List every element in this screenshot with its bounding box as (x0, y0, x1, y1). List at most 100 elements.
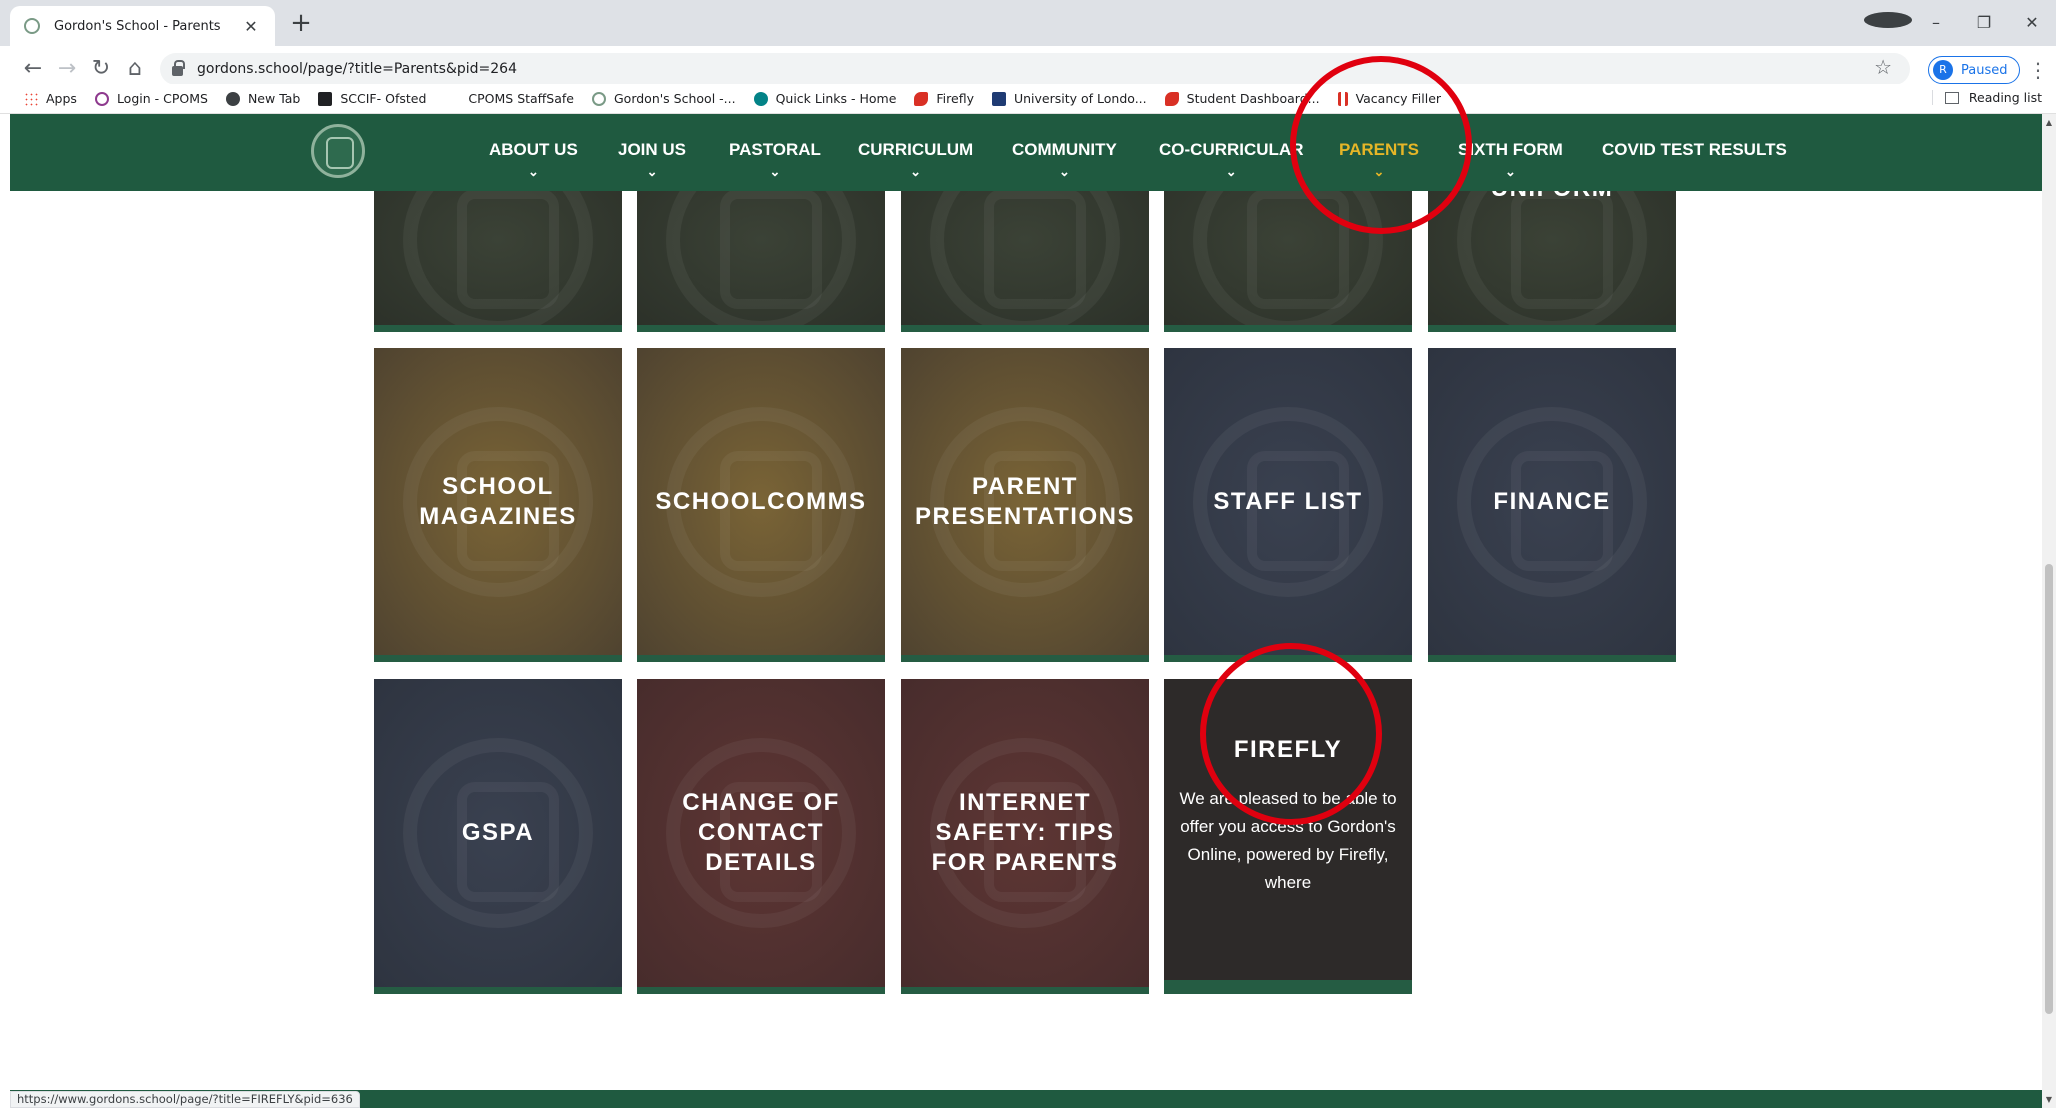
new-tab-button[interactable]: + (286, 9, 316, 39)
bookmark-quick-links[interactable]: Quick Links - Home (753, 91, 897, 106)
bookmark-label: New Tab (247, 91, 301, 106)
nav-label: SIXTH FORM (1458, 140, 1563, 159)
bookmark-label: Quick Links - Home (775, 91, 897, 106)
profile-menu-icon[interactable] (1864, 12, 1912, 32)
browser-tab[interactable]: Gordon's School - Parents ✕ (10, 6, 275, 46)
bookmarks-bar: Apps Login - CPOMS New Tab SCCIF- Ofsted… (0, 84, 2056, 114)
bookmark-cpoms-staffsafe[interactable]: CPOMS StaffSafe (468, 91, 574, 106)
firefly-icon (1164, 91, 1179, 106)
nav-sixth-form[interactable]: SIXTH FORM ⌄ (1458, 140, 1563, 178)
bookmark-label: Firefly (936, 91, 974, 106)
home-icon[interactable]: ⌂ (120, 54, 150, 84)
close-window-button[interactable]: ✕ (2008, 13, 2056, 32)
school-logo[interactable] (311, 124, 365, 178)
bookmark-label: SCCIF- Ofsted (340, 91, 427, 106)
apps-grid-icon (24, 91, 38, 106)
tile-change-of-contact-details[interactable]: CHANGE OF CONTACT DETAILS (637, 679, 885, 994)
bookmark-gordons-school[interactable]: Gordon's School -... (591, 91, 736, 106)
school-crest-icon (24, 18, 40, 34)
nav-label: ABOUT US (489, 140, 578, 159)
nav-label: CURRICULUM (858, 140, 974, 159)
scroll-up-arrow-icon[interactable]: ▲ (2042, 118, 2056, 127)
nav-label: COMMUNITY (1012, 140, 1117, 159)
bookmark-vacancy-filler[interactable]: Vacancy Filler (1337, 91, 1442, 106)
bookmark-new-tab[interactable]: New Tab (225, 91, 301, 106)
tile-title: FINANCE (1493, 487, 1611, 515)
chevron-down-icon: ⌄ (646, 164, 658, 179)
vacancy-icon (1337, 91, 1348, 106)
nav-covid-test-results[interactable]: COVID TEST RESULTS (1602, 140, 1787, 160)
tile-title: CHANGE OF CONTACT DETAILS (682, 789, 840, 876)
nav-label: PASTORAL (729, 140, 821, 159)
tab-close-icon[interactable]: ✕ (241, 17, 261, 36)
tile-finance[interactable]: FINANCE (1428, 348, 1676, 662)
school-crest-icon (591, 91, 606, 106)
chevron-down-icon: ⌄ (1058, 164, 1070, 179)
browser-tabstrip: Gordon's School - Parents ✕ + – ❐ ✕ (0, 0, 2056, 46)
nav-parents[interactable]: PARENTS ⌄ (1339, 140, 1419, 178)
scrollbar-thumb[interactable] (2045, 564, 2053, 1014)
scroll-down-arrow-icon[interactable]: ▼ (2042, 1095, 2056, 1104)
page-scrollbar[interactable]: ▲ ▼ (2042, 114, 2056, 1108)
tab-title: Gordon's School - Parents (54, 18, 221, 34)
tile-title: FIREFLY (1233, 736, 1343, 763)
nav-label: PARENTS (1339, 140, 1419, 159)
bookmark-label: Apps (46, 91, 77, 106)
tile-schoolcomms[interactable]: SCHOOLCOMMS (637, 348, 885, 662)
bookmark-label: Login - CPOMS (116, 91, 208, 106)
chevron-down-icon: ⌄ (527, 164, 539, 179)
chevron-down-icon: ⌄ (1225, 164, 1237, 179)
bookmark-label: University of Londo... (1013, 91, 1147, 106)
bookmark-label: CPOMS StaffSafe (468, 91, 574, 106)
bookmark-ofsted[interactable]: SCCIF- Ofsted (318, 91, 426, 106)
browser-menu-icon[interactable]: ⋮ (2028, 58, 2048, 82)
firefly-icon (914, 91, 929, 106)
tile-title: STAFF LIST (1213, 487, 1363, 515)
reload-icon[interactable]: ↻ (86, 54, 116, 84)
tile-gspa[interactable]: GSPA (374, 679, 622, 994)
chevron-down-icon: ⌄ (910, 164, 922, 179)
nav-join-us[interactable]: JOIN US ⌄ (618, 140, 686, 178)
bookmark-label: Vacancy Filler (1355, 91, 1442, 106)
nav-community[interactable]: COMMUNITY ⌄ (1012, 140, 1117, 178)
nav-about-us[interactable]: ABOUT US ⌄ (489, 140, 578, 178)
tile-internet-safety[interactable]: INTERNET SAFETY: TIPS FOR PARENTS (901, 679, 1149, 994)
nav-label: COVID TEST RESULTS (1602, 140, 1787, 159)
bookmark-apps[interactable]: Apps (24, 91, 77, 106)
window-controls: – ❐ ✕ (1864, 0, 2056, 44)
restore-button[interactable]: ❐ (1960, 13, 2008, 32)
globe-icon (225, 91, 240, 106)
link-status-bar: https://www.gordons.school/page/?title=F… (10, 1091, 360, 1108)
bookmark-cpoms-login[interactable]: Login - CPOMS (94, 91, 208, 106)
reading-list-button[interactable]: Reading list (1931, 90, 2042, 105)
avatar: R (1933, 60, 1953, 80)
minimize-button[interactable]: – (1912, 13, 1960, 32)
tile-school-magazines[interactable]: SCHOOL MAGAZINES (374, 348, 622, 662)
tile-parent-presentations[interactable]: PARENT PRESENTATIONS (901, 348, 1149, 662)
profile-paused-button[interactable]: R Paused (1928, 56, 2021, 84)
tile-staff-list[interactable]: STAFF LIST (1164, 348, 1412, 662)
address-bar[interactable]: gordons.school/page/?title=Parents&pid=2… (160, 53, 1910, 85)
ofsted-icon (318, 91, 333, 106)
chevron-down-icon: ⌄ (769, 164, 781, 179)
nav-pastoral[interactable]: PASTORAL ⌄ (729, 140, 821, 178)
nav-curriculum[interactable]: CURRICULUM ⌄ (858, 140, 973, 178)
tile-title: PARENT PRESENTATIONS (915, 472, 1135, 530)
tile-title: SCHOOLCOMMS (655, 487, 867, 515)
back-icon[interactable]: ← (18, 54, 48, 84)
bookmark-university-london[interactable]: University of Londo... (991, 91, 1147, 106)
bookmark-star-icon[interactable]: ☆ (1874, 55, 1892, 79)
bookmark-label: Student Dashboard... (1186, 91, 1320, 106)
reading-list-icon (1944, 91, 1959, 104)
nav-label: JOIN US (618, 140, 687, 159)
lock-icon (172, 60, 185, 76)
bookmark-student-dashboard[interactable]: Student Dashboard... (1164, 91, 1320, 106)
tile-firefly[interactable]: FIREFLY We are pleased to be able to off… (1164, 679, 1412, 994)
bookmark-label: Gordon's School -... (613, 91, 736, 106)
forward-icon[interactable]: → (52, 54, 82, 84)
tile-title: GSPA (461, 819, 535, 846)
bookmark-firefly[interactable]: Firefly (914, 91, 974, 106)
nav-co-curricular[interactable]: CO-CURRICULAR ⌄ (1159, 140, 1303, 178)
url-text[interactable]: gordons.school/page/?title=Parents&pid=2… (197, 61, 517, 77)
sharepoint-icon (753, 91, 768, 106)
